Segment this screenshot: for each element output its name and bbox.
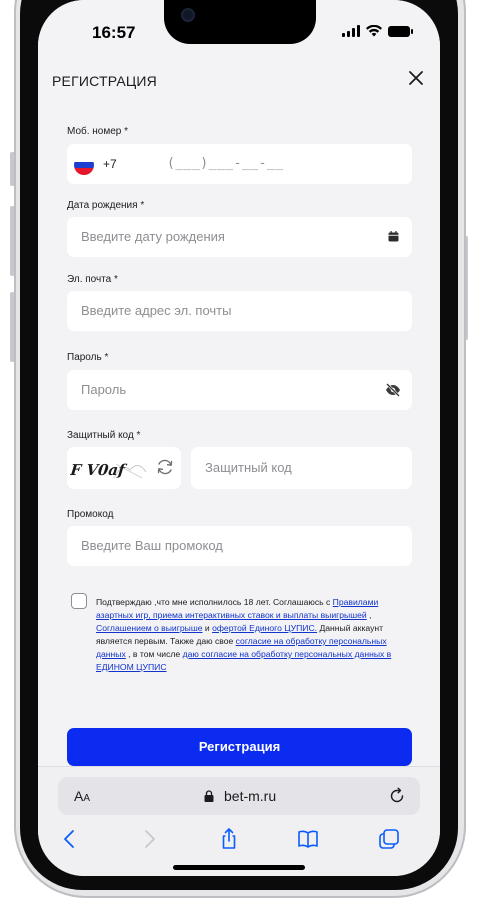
email-field[interactable]: Введите адрес эл. почты (67, 291, 412, 331)
password-field[interactable]: Пароль (67, 370, 412, 410)
reader-options-button[interactable]: AA (74, 788, 90, 804)
agreement-link[interactable]: Соглашением о выигрыше (96, 623, 203, 633)
url-text[interactable]: bet-m.ru (224, 788, 276, 804)
aa-small: A (83, 793, 91, 804)
page-title: РЕГИСТРАЦИЯ (52, 73, 157, 89)
email-input[interactable]: Введите адрес эл. почты (81, 303, 231, 318)
status-icons (342, 25, 413, 37)
cellular-signal-icon (342, 25, 360, 37)
share-icon[interactable] (217, 827, 241, 851)
birth-date-label: Дата рождения * (67, 200, 145, 211)
refresh-captcha-icon[interactable] (155, 457, 175, 477)
registration-header: РЕГИСТРАЦИЯ (38, 54, 440, 104)
eye-off-icon[interactable] (385, 383, 401, 397)
email-label: Эл. почта * (67, 274, 118, 285)
password-input[interactable]: Пароль (81, 382, 126, 397)
consent-text: Подтверждаю ,что мне исполнилось 18 лет.… (96, 596, 398, 674)
phone-input[interactable]: (___)___-__-__ (167, 156, 284, 171)
offer-link[interactable]: офертой Единого ЦУПИС. (212, 623, 317, 633)
consent-text-part: и (202, 623, 213, 633)
status-time: 16:57 (92, 23, 136, 42)
bookmarks-icon[interactable] (296, 827, 320, 851)
captcha-label: Защитный код * (67, 430, 141, 441)
consent-text-part: , в том числе (125, 649, 183, 659)
reload-icon[interactable] (388, 787, 406, 805)
password-label: Пароль * (67, 352, 109, 363)
captcha-input[interactable]: Защитный код (205, 460, 292, 475)
forward-icon[interactable] (137, 827, 161, 851)
safari-bottom-bar: AA bet-m.ru (38, 766, 440, 876)
calendar-icon[interactable] (388, 231, 399, 242)
lock-icon (204, 790, 214, 802)
phone-screen: 16:57 РЕГИСТРАЦИЯ Моб. номер * +7 (___)_… (38, 0, 440, 876)
promo-field[interactable]: Введите Ваш промокод (67, 526, 412, 566)
battery-icon (388, 25, 413, 37)
tabs-icon[interactable] (377, 827, 401, 851)
consent-text-part: , (366, 610, 372, 620)
promo-label: Промокод (67, 509, 114, 520)
home-indicator (173, 865, 305, 870)
captcha-field[interactable]: Защитный код (191, 447, 412, 489)
status-bar: 16:57 (38, 0, 440, 54)
back-icon[interactable] (58, 827, 82, 851)
consent-checkbox[interactable] (71, 593, 87, 609)
dynamic-island (164, 0, 316, 44)
phone-field[interactable]: +7 (___)___-__-__ (67, 144, 412, 184)
birth-date-input[interactable]: Введите дату рождения (81, 229, 225, 244)
captcha-text: F V0af (70, 461, 128, 479)
country-code[interactable]: +7 (103, 157, 117, 171)
captcha-box: F V0af (67, 447, 181, 489)
russia-flag-icon[interactable] (74, 155, 94, 175)
camera-icon (183, 10, 193, 20)
birth-date-field[interactable]: Введите дату рождения (67, 217, 412, 257)
register-button[interactable]: Регистрация (67, 728, 412, 766)
promo-input[interactable]: Введите Ваш промокод (81, 538, 223, 553)
captcha-image: F V0af (70, 461, 147, 479)
aa-large: A (74, 788, 84, 804)
close-icon[interactable] (404, 66, 428, 90)
consent-text-part: Подтверждаю ,что мне исполнилось 18 лет.… (96, 597, 333, 607)
phone-label: Моб. номер * (67, 126, 129, 137)
wifi-icon (366, 25, 382, 37)
address-bar[interactable]: AA bet-m.ru (58, 777, 420, 815)
